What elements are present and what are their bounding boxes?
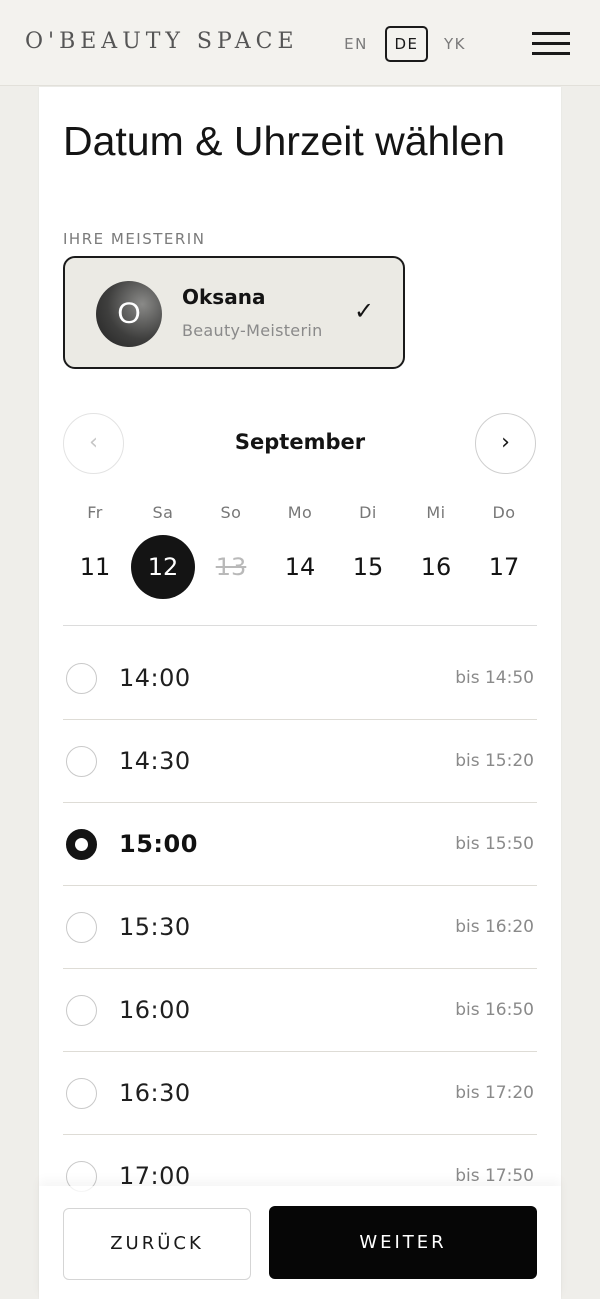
time-slot[interactable]: 16:30 bis 17:20 — [63, 1052, 537, 1135]
time-slot[interactable]: 16:00 bis 16:50 — [63, 969, 537, 1052]
app-header: O'BEAUTY SPACE EN DE YK — [0, 0, 600, 86]
slot-end-time: bis 16:50 — [455, 1000, 534, 1020]
slot-time: 16:30 — [119, 1079, 191, 1107]
radio-button[interactable] — [66, 746, 97, 777]
next-month-button[interactable]: › — [475, 413, 536, 474]
weekday-label: Di — [359, 503, 377, 522]
master-role: Beauty-Meisterin — [182, 321, 323, 340]
prev-month-button[interactable]: ‹ — [63, 413, 124, 474]
weekday-label: Do — [492, 503, 516, 522]
back-button[interactable]: ZURÜCK — [63, 1208, 251, 1280]
slot-time: 15:30 — [119, 913, 191, 941]
master-card[interactable]: O Oksana Beauty-Meisterin ✓ — [63, 256, 405, 369]
slot-time: 16:00 — [119, 996, 191, 1024]
weekday-label: So — [220, 503, 242, 522]
radio-button[interactable] — [66, 1078, 97, 1109]
check-icon: ✓ — [354, 297, 375, 325]
slot-time: 14:00 — [119, 664, 191, 692]
radio-button[interactable] — [66, 995, 97, 1026]
slot-end-time: bis 17:20 — [455, 1083, 534, 1103]
time-slot[interactable]: 15:30 bis 16:20 — [63, 886, 537, 969]
radio-button-selected[interactable] — [66, 829, 97, 860]
time-slot[interactable]: 14:00 bis 14:50 — [63, 637, 537, 720]
time-slot-selected[interactable]: 15:00 bis 15:50 — [63, 803, 537, 886]
hamburger-menu-icon[interactable] — [532, 30, 570, 56]
time-slot[interactable]: 14:30 bis 15:20 — [63, 720, 537, 803]
day-button[interactable]: 16 — [404, 535, 468, 599]
divider — [63, 625, 537, 626]
day-button-disabled: 13 — [215, 553, 247, 581]
day-button[interactable]: 17 — [472, 535, 536, 599]
radio-button[interactable] — [66, 912, 97, 943]
slot-end-time: bis 15:20 — [455, 751, 534, 771]
language-uk[interactable]: YK — [437, 26, 473, 62]
slot-end-time: bis 15:50 — [455, 834, 534, 854]
slot-time: 14:30 — [119, 747, 191, 775]
day-button[interactable]: 14 — [268, 535, 332, 599]
weekday-label: Mo — [287, 503, 313, 522]
weekday-label: Fr — [87, 503, 103, 522]
radio-button[interactable] — [66, 663, 97, 694]
day-button[interactable]: 11 — [63, 535, 127, 599]
avatar: O — [96, 281, 162, 347]
day-button[interactable]: 15 — [336, 535, 400, 599]
language-de[interactable]: DE — [385, 26, 428, 62]
page-title: Datum & Uhrzeit wählen — [63, 118, 506, 164]
slot-end-time: bis 17:50 — [455, 1166, 534, 1186]
weekday-label: Sa — [152, 503, 174, 522]
weekday-label: Mi — [426, 503, 446, 522]
brand-logo[interactable]: O'BEAUTY SPACE — [25, 29, 299, 54]
day-button-selected[interactable]: 12 — [131, 535, 195, 599]
master-section-label: IHRE MEISTERIN — [63, 230, 206, 248]
month-label: September — [234, 430, 366, 454]
next-button[interactable]: WEITER — [269, 1206, 537, 1279]
slot-end-time: bis 14:50 — [455, 668, 534, 688]
master-name: Oksana — [182, 285, 266, 309]
slot-end-time: bis 16:20 — [455, 917, 534, 937]
language-en[interactable]: EN — [338, 26, 374, 62]
slot-time: 15:00 — [119, 830, 198, 858]
